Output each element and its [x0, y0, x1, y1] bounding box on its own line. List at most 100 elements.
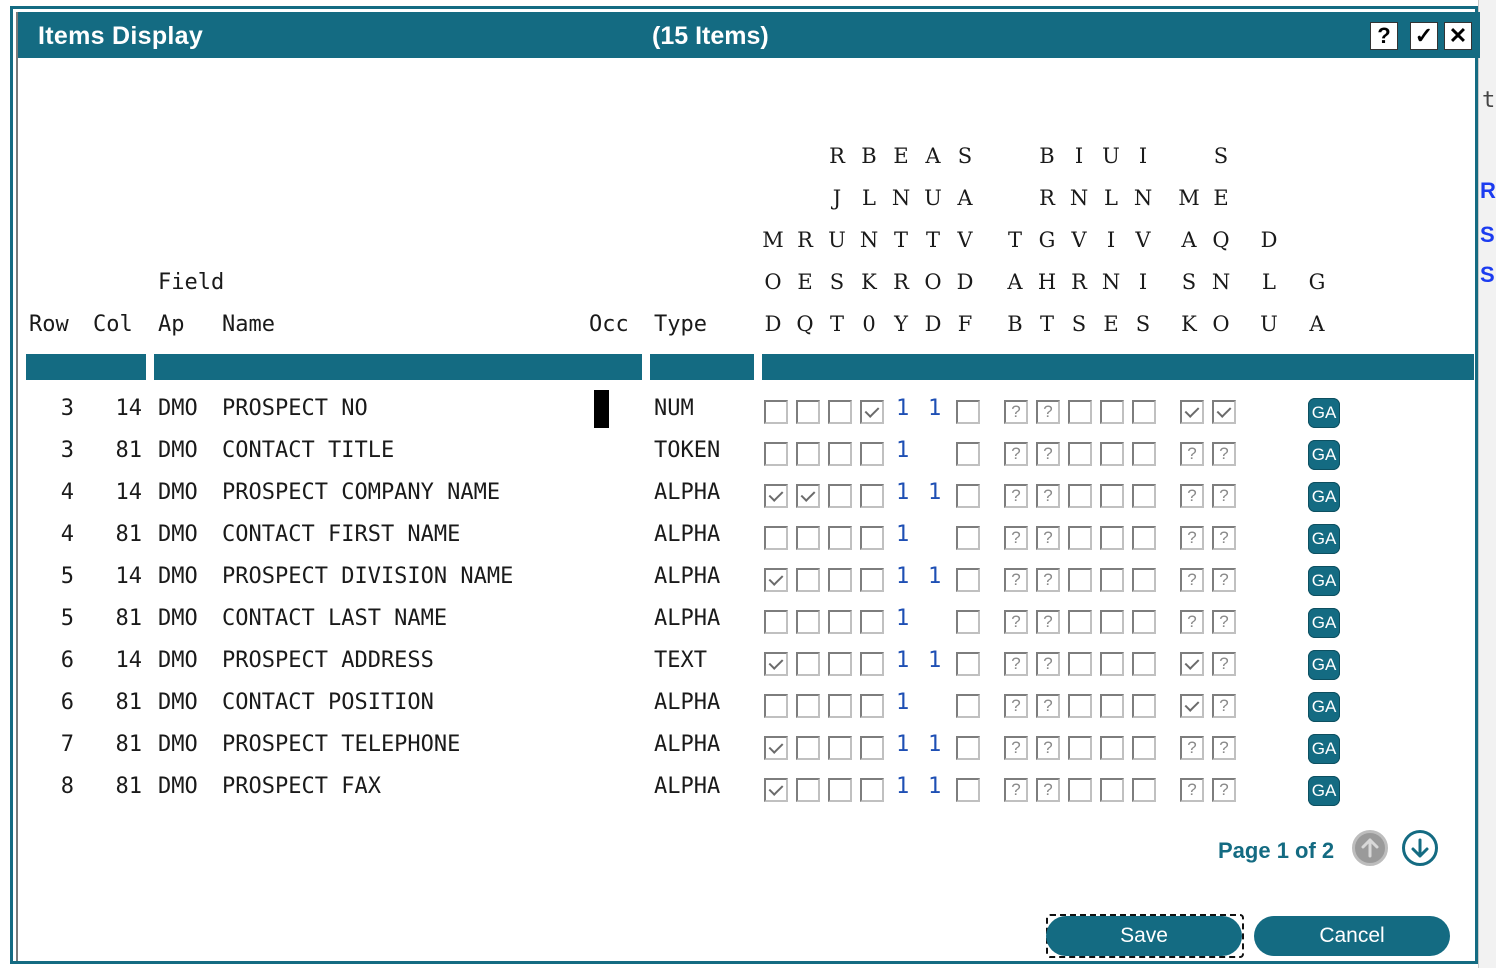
- ga-button[interactable]: GA: [1308, 608, 1340, 638]
- flag-checkbox-invrs[interactable]: [1068, 778, 1092, 802]
- flag-checkbox-brght[interactable]: [1036, 526, 1060, 550]
- flag-checkbox-seqno[interactable]: [1212, 736, 1236, 760]
- autod-value[interactable]: 1: [928, 396, 941, 421]
- flag-checkbox-rjust[interactable]: [828, 400, 852, 424]
- flag-checkbox-mod[interactable]: [764, 736, 788, 760]
- flag-checkbox-blnk[interactable]: [860, 694, 884, 718]
- help-button[interactable]: ?: [1370, 22, 1398, 50]
- entry-value[interactable]: 1: [896, 396, 909, 421]
- flag-checkbox-invis[interactable]: [1132, 484, 1156, 508]
- flag-checkbox-brght[interactable]: [1036, 484, 1060, 508]
- entry-value[interactable]: 1: [896, 732, 909, 757]
- flag-checkbox-savdf[interactable]: [956, 484, 980, 508]
- flag-checkbox-tab[interactable]: [1004, 442, 1028, 466]
- flag-checkbox-mod[interactable]: [764, 442, 788, 466]
- field-name[interactable]: CONTACT POSITION: [222, 690, 434, 715]
- entry-value[interactable]: 1: [896, 480, 909, 505]
- entry-value[interactable]: 1: [896, 774, 909, 799]
- flag-checkbox-uline[interactable]: [1100, 442, 1124, 466]
- flag-checkbox-blnk[interactable]: [860, 400, 884, 424]
- flag-checkbox-seqno[interactable]: [1212, 484, 1236, 508]
- flag-checkbox-invis[interactable]: [1132, 694, 1156, 718]
- flag-checkbox-mask[interactable]: [1180, 694, 1204, 718]
- flag-checkbox-blnk[interactable]: [860, 568, 884, 592]
- next-page-button[interactable]: [1402, 830, 1438, 866]
- flag-checkbox-invrs[interactable]: [1068, 736, 1092, 760]
- flag-checkbox-blnk[interactable]: [860, 652, 884, 676]
- cancel-button[interactable]: Cancel: [1254, 916, 1450, 956]
- flag-checkbox-tab[interactable]: [1004, 610, 1028, 634]
- flag-checkbox-req[interactable]: [796, 526, 820, 550]
- flag-checkbox-req[interactable]: [796, 442, 820, 466]
- flag-checkbox-invrs[interactable]: [1068, 652, 1092, 676]
- entry-value[interactable]: 1: [896, 690, 909, 715]
- flag-checkbox-invrs[interactable]: [1068, 526, 1092, 550]
- flag-checkbox-brght[interactable]: [1036, 652, 1060, 676]
- entry-value[interactable]: 1: [896, 438, 909, 463]
- flag-checkbox-mod[interactable]: [764, 778, 788, 802]
- flag-checkbox-req[interactable]: [796, 736, 820, 760]
- flag-checkbox-mask[interactable]: [1180, 736, 1204, 760]
- flag-checkbox-req[interactable]: [796, 652, 820, 676]
- flag-checkbox-seqno[interactable]: [1212, 778, 1236, 802]
- ga-button[interactable]: GA: [1308, 440, 1340, 470]
- flag-checkbox-savdf[interactable]: [956, 400, 980, 424]
- flag-checkbox-invis[interactable]: [1132, 400, 1156, 424]
- flag-checkbox-mod[interactable]: [764, 568, 788, 592]
- flag-checkbox-invis[interactable]: [1132, 526, 1156, 550]
- flag-checkbox-invrs[interactable]: [1068, 694, 1092, 718]
- flag-checkbox-uline[interactable]: [1100, 778, 1124, 802]
- flag-checkbox-seqno[interactable]: [1212, 652, 1236, 676]
- flag-checkbox-blnk[interactable]: [860, 610, 884, 634]
- flag-checkbox-blnk[interactable]: [860, 778, 884, 802]
- flag-checkbox-mod[interactable]: [764, 484, 788, 508]
- flag-checkbox-savdf[interactable]: [956, 442, 980, 466]
- flag-checkbox-savdf[interactable]: [956, 526, 980, 550]
- flag-checkbox-invrs[interactable]: [1068, 484, 1092, 508]
- flag-checkbox-rjust[interactable]: [828, 568, 852, 592]
- flag-checkbox-invis[interactable]: [1132, 610, 1156, 634]
- flag-checkbox-uline[interactable]: [1100, 400, 1124, 424]
- dialog-titlebar[interactable]: Items Display (15 Items) ? ✓ ✕: [18, 12, 1480, 58]
- flag-checkbox-req[interactable]: [796, 568, 820, 592]
- field-name[interactable]: PROSPECT ADDRESS: [222, 648, 434, 673]
- flag-checkbox-invis[interactable]: [1132, 652, 1156, 676]
- flag-checkbox-savdf[interactable]: [956, 694, 980, 718]
- flag-checkbox-mask[interactable]: [1180, 484, 1204, 508]
- flag-checkbox-savdf[interactable]: [956, 736, 980, 760]
- flag-checkbox-mask[interactable]: [1180, 442, 1204, 466]
- flag-checkbox-rjust[interactable]: [828, 526, 852, 550]
- flag-checkbox-seqno[interactable]: [1212, 610, 1236, 634]
- flag-checkbox-tab[interactable]: [1004, 568, 1028, 592]
- flag-checkbox-mod[interactable]: [764, 652, 788, 676]
- flag-checkbox-savdf[interactable]: [956, 610, 980, 634]
- flag-checkbox-invrs[interactable]: [1068, 442, 1092, 466]
- flag-checkbox-brght[interactable]: [1036, 442, 1060, 466]
- flag-checkbox-tab[interactable]: [1004, 736, 1028, 760]
- field-name[interactable]: CONTACT TITLE: [222, 438, 394, 463]
- flag-checkbox-invis[interactable]: [1132, 736, 1156, 760]
- flag-checkbox-uline[interactable]: [1100, 484, 1124, 508]
- flag-checkbox-uline[interactable]: [1100, 526, 1124, 550]
- entry-value[interactable]: 1: [896, 606, 909, 631]
- flag-checkbox-brght[interactable]: [1036, 736, 1060, 760]
- flag-checkbox-mod[interactable]: [764, 694, 788, 718]
- flag-checkbox-tab[interactable]: [1004, 484, 1028, 508]
- flag-checkbox-seqno[interactable]: [1212, 442, 1236, 466]
- flag-checkbox-seqno[interactable]: [1212, 400, 1236, 424]
- entry-value[interactable]: 1: [896, 522, 909, 547]
- flag-checkbox-mod[interactable]: [764, 526, 788, 550]
- flag-checkbox-invrs[interactable]: [1068, 568, 1092, 592]
- flag-checkbox-req[interactable]: [796, 778, 820, 802]
- flag-checkbox-mask[interactable]: [1180, 568, 1204, 592]
- field-name[interactable]: PROSPECT DIVISION NAME: [222, 564, 513, 589]
- flag-checkbox-tab[interactable]: [1004, 652, 1028, 676]
- flag-checkbox-seqno[interactable]: [1212, 568, 1236, 592]
- flag-checkbox-rjust[interactable]: [828, 778, 852, 802]
- autod-value[interactable]: 1: [928, 648, 941, 673]
- flag-checkbox-mask[interactable]: [1180, 778, 1204, 802]
- flag-checkbox-invis[interactable]: [1132, 778, 1156, 802]
- field-name[interactable]: PROSPECT NO: [222, 396, 368, 421]
- entry-value[interactable]: 1: [896, 648, 909, 673]
- flag-checkbox-mask[interactable]: [1180, 400, 1204, 424]
